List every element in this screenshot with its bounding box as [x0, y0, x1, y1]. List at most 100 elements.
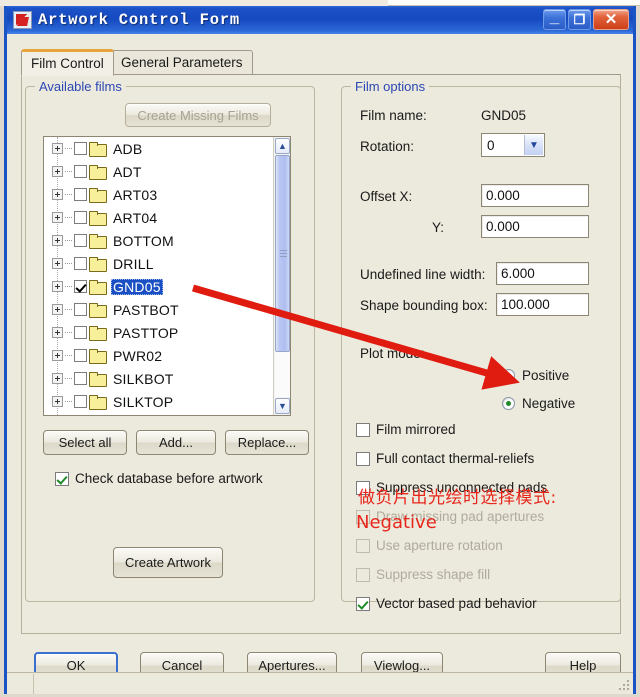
create-missing-films-label: Create Missing Films [137, 107, 259, 123]
expand-plus-icon[interactable] [52, 143, 63, 154]
create-missing-films-button[interactable]: Create Missing Films [125, 103, 271, 127]
tree-item[interactable]: ADT [44, 160, 273, 183]
scroll-down-button[interactable]: ▼ [275, 398, 290, 414]
select-all-button[interactable]: Select all [43, 430, 127, 455]
replace-button[interactable]: Replace... [225, 430, 309, 455]
cancel-label: Cancel [161, 658, 203, 673]
check-database-checkbox[interactable]: Check database before artwork [55, 471, 263, 486]
add-button[interactable]: Add... [136, 430, 216, 455]
plot-mode-positive-radio[interactable]: Positive [502, 368, 569, 383]
expand-plus-icon[interactable] [52, 212, 63, 223]
resize-grip-icon[interactable] [619, 680, 631, 692]
tree-body[interactable]: ADB ADT ART03 ART04 BOTTOM DRILL GND05 PASTBOT P… [44, 137, 273, 415]
tree-item-checkbox[interactable] [74, 165, 87, 178]
folder-icon [89, 280, 107, 295]
close-button[interactable]: ✕ [593, 9, 629, 30]
folder-icon [89, 142, 107, 157]
tree-item[interactable]: SILKBOT [44, 367, 273, 390]
offset-y-input[interactable]: 0.000 [481, 215, 589, 238]
expand-plus-icon[interactable] [52, 304, 63, 315]
film-mirrored-checkbox[interactable]: Film mirrored [356, 422, 456, 437]
tree-item[interactable]: SILKTOP [44, 390, 273, 413]
tree-item-checkbox[interactable] [74, 211, 87, 224]
tree-connector [65, 378, 72, 379]
scroll-up-button[interactable]: ▲ [275, 138, 290, 154]
film-options-legend: Film options [351, 79, 430, 94]
tree-item-label: ART03 [113, 186, 158, 203]
tree-scrollbar[interactable]: ▲ ▼ [273, 137, 290, 415]
tree-item-checkbox[interactable] [74, 234, 87, 247]
tree-item[interactable]: ART04 [44, 206, 273, 229]
add-label: Add... [159, 435, 193, 450]
expand-plus-icon[interactable] [52, 373, 63, 384]
screenshot-root: Artwork Control Form _ ❐ ✕ Film Control [0, 0, 640, 697]
tree-item-label: BOTTOM [113, 232, 174, 249]
available-films-tree[interactable]: ADB ADT ART03 ART04 BOTTOM DRILL GND05 PASTBOT P… [43, 136, 291, 416]
suppress-unconnected-pads-label: Suppress unconnected pads [376, 480, 548, 495]
tree-connector [65, 309, 72, 310]
undefined-line-width-input[interactable]: 6.000 [496, 262, 589, 285]
scroll-thumb[interactable] [275, 155, 290, 352]
use-aperture-rotation-label: Use aperture rotation [376, 538, 503, 553]
create-artwork-button[interactable]: Create Artwork [113, 547, 223, 578]
tree-item[interactable]: BOTTOM [44, 229, 273, 252]
tree-item-checkbox[interactable] [74, 395, 87, 408]
maximize-button[interactable]: ❐ [568, 9, 591, 30]
suppress-unconnected-pads-checkbox[interactable]: Suppress unconnected pads [356, 480, 547, 495]
expand-plus-icon[interactable] [52, 327, 63, 338]
suppress-shape-fill-label: Suppress shape fill [376, 567, 491, 582]
use-aperture-rotation-box-icon [356, 538, 370, 553]
tree-item-label: ART04 [113, 209, 158, 226]
tree-item-checkbox[interactable] [74, 142, 87, 155]
tree-item[interactable]: PASTTOP [44, 321, 273, 344]
shape-bounding-box-input[interactable]: 100.000 [496, 293, 589, 316]
vector-based-pad-behavior-checkbox[interactable]: Vector based pad behavior [356, 596, 537, 611]
full-contact-thermal-reliefs-checkbox[interactable]: Full contact thermal-reliefs [356, 451, 534, 466]
folder-icon [89, 211, 107, 226]
plot-mode-positive-label: Positive [522, 368, 570, 383]
tree-item-checkbox[interactable] [74, 326, 87, 339]
plot-mode-negative-label: Negative [522, 396, 576, 411]
plot-mode-negative-radio[interactable]: Negative [502, 396, 575, 411]
undefined-line-width-value: 6.000 [501, 266, 535, 281]
draw-missing-pad-apertures-label: Draw missing pad apertures [376, 509, 545, 524]
offset-x-input[interactable]: 0.000 [481, 184, 589, 207]
expand-plus-icon[interactable] [52, 189, 63, 200]
tree-item[interactable]: PASTBOT [44, 298, 273, 321]
minimize-button[interactable]: _ [543, 8, 566, 30]
scroll-up-icon: ▲ [278, 141, 287, 151]
tab-general-parameters[interactable]: General Parameters [111, 50, 253, 75]
chevron-down-icon[interactable]: ▼ [524, 135, 543, 155]
rotation-select[interactable]: 0 ▼ [481, 133, 545, 157]
expand-plus-icon[interactable] [52, 235, 63, 246]
tree-item[interactable]: ART03 [44, 183, 273, 206]
expand-plus-icon[interactable] [52, 350, 63, 361]
tree-item-checkbox[interactable] [74, 303, 87, 316]
create-artwork-label: Create Artwork [125, 555, 211, 570]
folder-icon [89, 188, 107, 203]
tree-connector [65, 286, 72, 287]
ok-label: OK [66, 658, 86, 673]
tab-film-control[interactable]: Film Control [21, 49, 114, 76]
folder-icon [89, 257, 107, 272]
tree-item-checkbox[interactable] [74, 188, 87, 201]
tree-item[interactable]: ADB [44, 137, 273, 160]
tree-item[interactable]: PWR02 [44, 344, 273, 367]
tree-item-checkbox[interactable] [74, 280, 87, 293]
tree-connector [65, 217, 72, 218]
tree-item-checkbox[interactable] [74, 372, 87, 385]
expand-plus-icon[interactable] [52, 281, 63, 292]
offset-y-label: Y: [432, 220, 445, 235]
expand-plus-icon[interactable] [52, 166, 63, 177]
suppress-unconnected-pads-box-icon [356, 480, 370, 495]
scroll-track[interactable] [275, 155, 290, 397]
film-options-group: Film options [341, 79, 621, 602]
expand-plus-icon[interactable] [52, 396, 63, 407]
tree-item-checkbox[interactable] [74, 257, 87, 270]
tree-item-checkbox[interactable] [74, 349, 87, 362]
tree-item-label: ADB [113, 140, 143, 157]
tree-item[interactable]: GND05 [44, 275, 273, 298]
tree-item[interactable]: SOLDBOT [44, 413, 273, 415]
tree-item[interactable]: DRILL [44, 252, 273, 275]
expand-plus-icon[interactable] [52, 258, 63, 269]
